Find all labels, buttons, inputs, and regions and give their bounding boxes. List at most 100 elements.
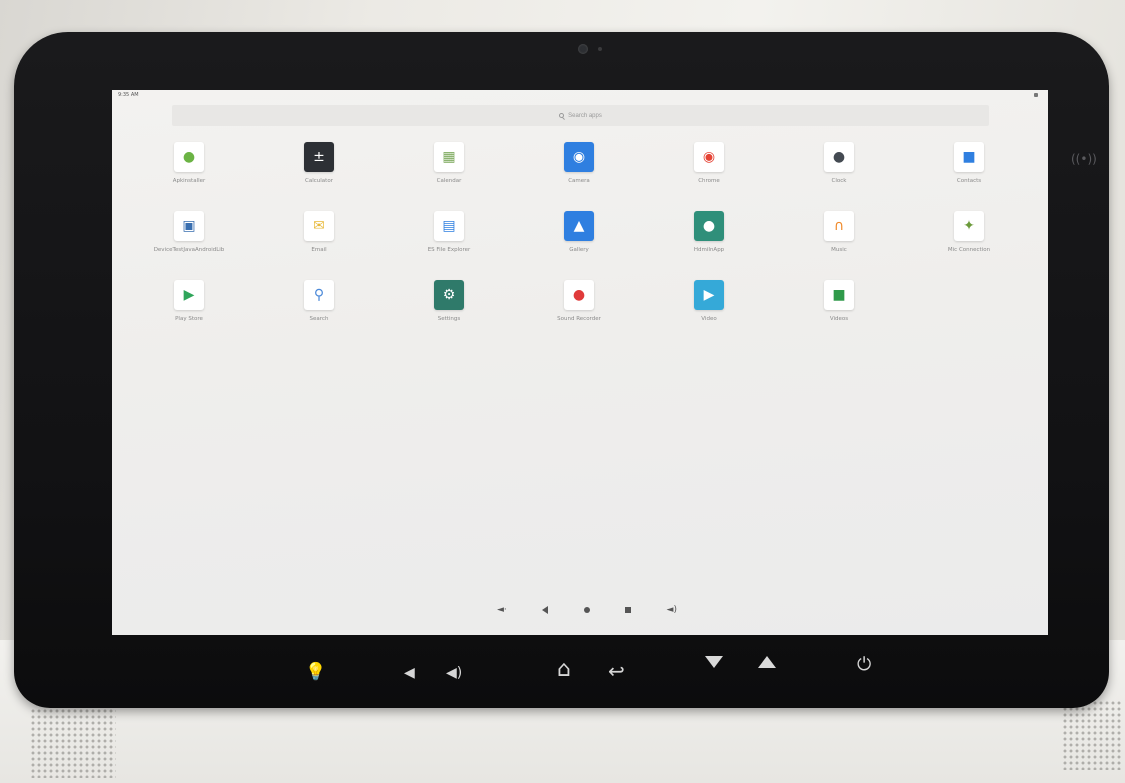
file-explorer-icon: ▤ [434, 211, 464, 241]
app-apkinstaller[interactable]: ● Apkinstaller [134, 142, 244, 192]
app-devicetestjavaandroidlib[interactable]: ▣ DeviceTestJavaAndroidLib [134, 211, 244, 261]
hw-arrow-up-icon[interactable] [758, 656, 776, 668]
app-label: ES File Explorer [427, 247, 471, 253]
hw-home-icon[interactable]: ⌂ [557, 659, 571, 681]
app-label: Contacts [956, 178, 982, 184]
gallery-icon: ▲ [564, 211, 594, 241]
app-label: Chrome [698, 178, 720, 184]
app-email[interactable]: ✉ Email [264, 211, 374, 261]
app-calculator[interactable]: ± Calculator [264, 142, 374, 192]
mic-connection-icon: ✦ [954, 211, 984, 241]
videos-icon: ■ [824, 280, 854, 310]
apkinstaller-icon: ● [174, 142, 204, 172]
nav-home-icon[interactable] [583, 607, 590, 613]
app-label: Clock [831, 178, 847, 184]
app-chrome[interactable]: ◉ Chrome [654, 142, 764, 192]
calculator-icon: ± [304, 142, 334, 172]
clock-icon: ● [824, 142, 854, 172]
search-app-icon: ⚲ [304, 280, 334, 310]
app-label: Sound Recorder [557, 316, 601, 322]
app-gallery[interactable]: ▲ Gallery [524, 211, 634, 261]
device-photo: ((•)) 9:35 AM Search apps ● Apkinstaller ±… [0, 0, 1125, 783]
mic-connection-icon-glyph: ✦ [963, 218, 975, 234]
gallery-icon-glyph: ▲ [573, 218, 585, 234]
app-label: HdmiInApp [693, 247, 725, 253]
nav-back-icon[interactable] [542, 606, 549, 614]
app-play-store[interactable]: ▶ Play Store [134, 280, 244, 330]
app-label: Video [701, 316, 717, 322]
settings-gear-icon-glyph: ⚙ [442, 287, 456, 303]
app-label: Calculator [305, 178, 333, 184]
sound-recorder-icon-glyph: ● [572, 287, 586, 303]
left-speaker-grille [30, 708, 116, 778]
app-label: Mic Connection [947, 247, 991, 253]
clock-icon-glyph: ● [832, 149, 846, 165]
app-calendar[interactable]: ▦ Calendar [394, 142, 504, 192]
nav-volume-up-icon[interactable]: ◄) [667, 605, 677, 615]
app-videos[interactable]: ■ Videos [784, 280, 894, 330]
android-app-icon: ● [694, 211, 724, 241]
app-label: Search [309, 316, 329, 322]
app-label: Music [831, 247, 847, 253]
hw-volume-up-icon[interactable]: ◀) [446, 666, 462, 680]
app-mic-connection[interactable]: ✦ Mic Connection [914, 211, 1024, 261]
app-label: Email [311, 247, 327, 253]
app-sound-recorder[interactable]: ● Sound Recorder [524, 280, 634, 330]
chrome-icon-glyph: ◉ [702, 149, 716, 165]
calendar-icon: ▦ [434, 142, 464, 172]
front-camera [578, 44, 588, 54]
hw-arrow-down-icon[interactable] [705, 656, 723, 668]
play-store-icon: ▶ [174, 280, 204, 310]
app-es-file-explorer[interactable]: ▤ ES File Explorer [394, 211, 504, 261]
right-speaker-grille [1062, 700, 1122, 770]
music-headphones-icon-glyph: ∩ [833, 218, 845, 234]
app-label: DeviceTestJavaAndroidLib [153, 247, 225, 253]
screen-navigation-bar: ◄· ◄) [497, 603, 677, 617]
app-clock[interactable]: ● Clock [784, 142, 894, 192]
sound-recorder-icon: ● [564, 280, 594, 310]
file-explorer-icon-glyph: ▤ [442, 218, 456, 234]
app-settings[interactable]: ⚙ Settings [394, 280, 504, 330]
contacts-icon-glyph: ■ [962, 149, 976, 165]
app-music[interactable]: ∩ Music [784, 211, 894, 261]
search-app-icon-glyph: ⚲ [313, 287, 325, 303]
nfc-icon: ((•)) [1071, 152, 1097, 166]
videos-icon-glyph: ■ [832, 287, 846, 303]
app-label: Apkinstaller [172, 178, 206, 184]
devicetest-icon-glyph: ▣ [182, 218, 196, 234]
hw-volume-down-icon[interactable]: ◀ [404, 666, 415, 680]
hw-back-icon[interactable]: ↩ [608, 661, 625, 681]
camera-sensor [598, 47, 602, 51]
camera-icon: ◉ [564, 142, 594, 172]
devicetest-icon: ▣ [174, 211, 204, 241]
app-drawer-grid: ● Apkinstaller ± Calculator ▦ Calendar ◉ Camera… [112, 90, 1048, 635]
nav-recents-icon[interactable] [625, 607, 632, 613]
nav-volume-down-icon[interactable]: ◄· [497, 605, 507, 615]
chrome-icon: ◉ [694, 142, 724, 172]
hw-power-icon[interactable]: ⏻ [857, 656, 871, 674]
app-search[interactable]: ⚲ Search [264, 280, 374, 330]
calendar-icon-glyph: ▦ [442, 149, 456, 165]
contacts-icon: ■ [954, 142, 984, 172]
light-bulb-icon[interactable]: 💡 [305, 664, 326, 681]
app-camera[interactable]: ◉ Camera [524, 142, 634, 192]
play-store-icon-glyph: ▶ [183, 287, 195, 303]
app-label: Settings [437, 316, 461, 322]
calculator-icon-glyph: ± [313, 149, 325, 165]
app-video[interactable]: ▶ Video [654, 280, 764, 330]
app-label: Play Store [175, 316, 203, 322]
video-icon: ▶ [694, 280, 724, 310]
app-label: Gallery [569, 247, 589, 253]
android-app-icon-glyph: ● [702, 218, 716, 234]
email-icon-glyph: ✉ [313, 218, 325, 234]
app-label: Camera [568, 178, 590, 184]
tablet-screen: 9:35 AM Search apps ● Apkinstaller ± Calcul… [112, 90, 1048, 635]
app-hdmiinapp[interactable]: ● HdmiInApp [654, 211, 764, 261]
app-contacts[interactable]: ■ Contacts [914, 142, 1024, 192]
camera-icon-glyph: ◉ [572, 149, 586, 165]
apkinstaller-icon-glyph: ● [182, 149, 196, 165]
email-icon: ✉ [304, 211, 334, 241]
app-label: Calendar [436, 178, 462, 184]
settings-gear-icon: ⚙ [434, 280, 464, 310]
video-icon-glyph: ▶ [703, 287, 715, 303]
